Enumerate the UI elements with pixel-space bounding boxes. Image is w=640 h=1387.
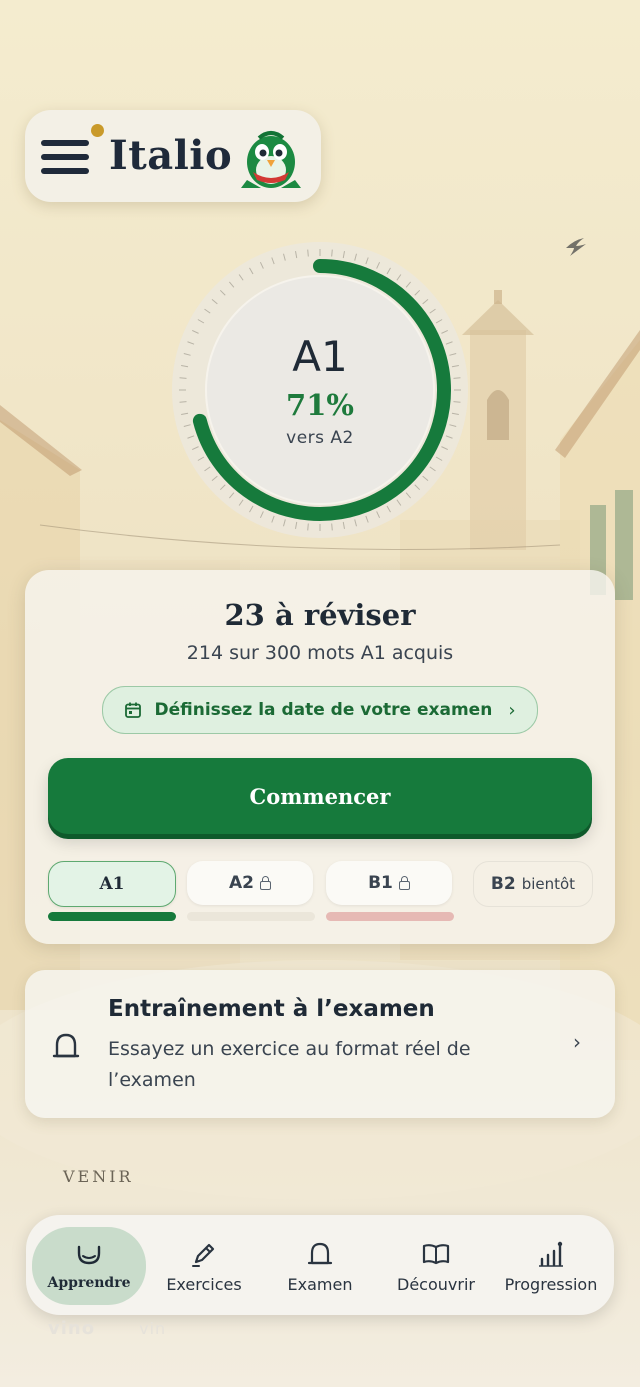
- level-tab-label: A2: [229, 873, 254, 893]
- ring-tick: [307, 523, 309, 531]
- level-tab-label: B1: [368, 873, 393, 893]
- set-exam-date-button[interactable]: Définissez la date de votre examen ›: [102, 686, 538, 734]
- exam-practice-title: Entraînement à l’examen: [108, 996, 435, 1022]
- current-level-label: A1: [292, 332, 348, 381]
- calendar-icon: [125, 702, 142, 718]
- nav-item-decouvrir[interactable]: Découvrir: [378, 1215, 494, 1315]
- review-count-title: 23 à réviser: [224, 598, 416, 632]
- level-progress-ring[interactable]: A1 71% vers A2: [170, 240, 470, 540]
- bottom-navigation: Apprendre Exercices Examen Découvrir Pro…: [26, 1215, 614, 1315]
- app-header: Italio: [25, 110, 321, 202]
- ring-tick: [331, 249, 333, 257]
- ring-tick: [331, 523, 333, 531]
- section-label: VENIR: [63, 1167, 134, 1186]
- nav-item-progression[interactable]: Progression: [492, 1215, 610, 1315]
- set-exam-date-label: Définissez la date de votre examen: [154, 700, 493, 720]
- notification-dot: [91, 124, 104, 137]
- bell-icon: [307, 1242, 333, 1265]
- level-tab-a1[interactable]: A1: [48, 861, 176, 907]
- app-title: Italio: [109, 132, 233, 179]
- level-tab-b2[interactable]: B2 bientôt: [473, 861, 593, 907]
- nav-label: Exercices: [166, 1275, 242, 1294]
- pencil-icon: [192, 1243, 215, 1267]
- level-tab-label: B2: [490, 874, 516, 894]
- coming-soon-label: bientôt: [521, 875, 576, 893]
- nav-label: Examen: [287, 1275, 353, 1294]
- menu-icon[interactable]: [41, 140, 89, 174]
- level-bar-a1: [48, 912, 176, 921]
- progress-percent: 71%: [286, 388, 354, 422]
- next-level-label: vers A2: [286, 428, 354, 448]
- words-acquired-text: 214 sur 300 mots A1 acquis: [186, 642, 454, 664]
- swallow-bird-icon: [566, 238, 586, 256]
- chevron-right-icon: ›: [508, 699, 516, 721]
- exam-practice-card[interactable]: Entraînement à l’examen Essayez un exerc…: [25, 970, 615, 1118]
- nav-label: Apprendre: [47, 1275, 131, 1291]
- bell-icon: [52, 1033, 80, 1058]
- level-bar-b1: [326, 912, 454, 921]
- nav-item-apprendre[interactable]: Apprendre: [32, 1227, 146, 1305]
- chart-icon: [539, 1241, 563, 1267]
- faded-word: vin: [139, 1319, 167, 1338]
- start-button[interactable]: Commencer: [48, 758, 592, 834]
- lock-icon: [398, 875, 410, 890]
- nav-label: Découvrir: [397, 1275, 475, 1294]
- ring-tick: [307, 249, 309, 257]
- level-bar-a2: [187, 912, 315, 921]
- parrot-mascot-icon[interactable]: [237, 122, 305, 190]
- smile-icon: [77, 1245, 101, 1265]
- book-icon: [422, 1244, 450, 1265]
- level-tab-b1[interactable]: B1: [326, 861, 452, 905]
- lock-icon: [260, 875, 271, 890]
- faded-word: vino: [48, 1318, 96, 1339]
- review-card: 23 à réviser 214 sur 300 mots A1 acquis …: [25, 570, 615, 944]
- nav-item-examen[interactable]: Examen: [262, 1215, 378, 1315]
- level-tab-a2[interactable]: A2: [187, 861, 313, 905]
- chevron-right-icon: ›: [573, 1030, 581, 1054]
- nav-label: Progression: [504, 1275, 598, 1294]
- level-tab-label: A1: [99, 874, 125, 894]
- exam-practice-description: Essayez un exercice au format réel de l’…: [108, 1038, 471, 1091]
- nav-item-exercices[interactable]: Exercices: [146, 1215, 262, 1315]
- faded-background-words: vino vin: [48, 1318, 166, 1339]
